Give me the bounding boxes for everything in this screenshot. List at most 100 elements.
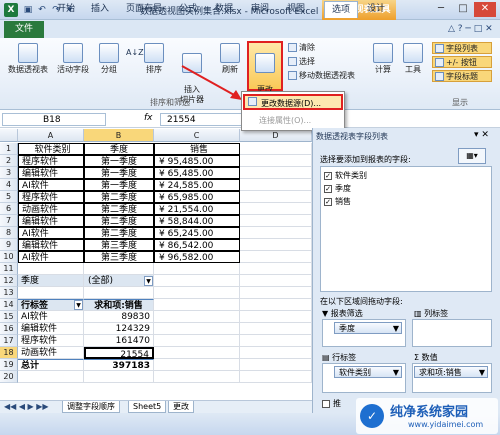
filter-field-pill[interactable]: 季度 ▼ <box>334 322 402 334</box>
cell-d[interactable] <box>240 263 312 275</box>
cell-b[interactable]: 第二季度 <box>84 203 154 215</box>
row-header[interactable]: 4 <box>0 179 18 191</box>
cell-c[interactable]: ¥ 86,542.00 <box>154 239 240 251</box>
cell-a[interactable]: 编辑软件 <box>18 323 84 335</box>
row-header[interactable]: 6 <box>0 203 18 215</box>
row-header[interactable]: 7 <box>0 215 18 227</box>
close-button[interactable]: ✕ <box>474 2 496 17</box>
cell-b[interactable]: 求和项:销售 <box>84 299 154 311</box>
cell-d[interactable] <box>240 215 312 227</box>
checkbox-icon[interactable] <box>322 399 330 408</box>
cell-d[interactable] <box>240 287 312 299</box>
cell-a[interactable]: 动画软件 <box>18 203 84 215</box>
row-header[interactable]: 5 <box>0 191 18 203</box>
cell-b[interactable]: 第三季度 <box>84 251 154 263</box>
sort-button[interactable]: 排序 <box>142 42 166 86</box>
cell-a[interactable]: AI软件 <box>18 311 84 323</box>
cell-d[interactable] <box>240 191 312 203</box>
cell-b[interactable] <box>84 263 154 275</box>
cell-d[interactable] <box>240 335 312 347</box>
row-header[interactable]: 17 <box>0 335 18 347</box>
row-header[interactable]: 10 <box>0 251 18 263</box>
cell-a[interactable]: 程序软件 <box>18 335 84 347</box>
cell-a[interactable]: 程序软件 <box>18 191 84 203</box>
cell-a[interactable]: 程序软件 <box>18 155 84 167</box>
cell-a[interactable] <box>18 263 84 275</box>
cell-c[interactable] <box>154 287 240 299</box>
cell-d[interactable] <box>240 239 312 251</box>
row-header[interactable]: 3 <box>0 167 18 179</box>
cell-d[interactable] <box>240 299 312 311</box>
cell-b[interactable] <box>84 287 154 299</box>
group-button[interactable]: 分组 <box>96 42 122 86</box>
cell-b[interactable]: 397183 <box>84 359 154 371</box>
cell-a[interactable]: 季度 <box>18 275 84 287</box>
cell-c[interactable] <box>154 323 240 335</box>
tab-view[interactable]: 视图 <box>282 1 310 18</box>
cell-a[interactable]: AI软件 <box>18 251 84 263</box>
cell-b[interactable]: 第一季度 <box>84 179 154 191</box>
sheet-tab-active[interactable]: 更改 <box>168 401 194 413</box>
cell-c[interactable] <box>154 359 240 371</box>
cell-d[interactable] <box>240 227 312 239</box>
name-box[interactable]: B18 <box>2 113 106 126</box>
cell-a[interactable]: 总计 <box>18 359 84 371</box>
column-header[interactable]: B <box>84 129 154 142</box>
field-checkbox-quarter[interactable]: ✓ 季度 <box>324 183 351 194</box>
value-field-pill[interactable]: 求和项:销售 ▼ <box>414 366 488 378</box>
cell-a[interactable]: AI软件 <box>18 179 84 191</box>
sort-az-button[interactable]: A↓Z <box>126 48 144 57</box>
filter-dropdown-icon[interactable]: ▼ <box>144 276 153 286</box>
cell-d[interactable] <box>240 359 312 371</box>
cell-c[interactable]: ¥ 65,985.00 <box>154 191 240 203</box>
row-header[interactable]: 20 <box>0 371 18 383</box>
clear-button[interactable]: 清除 <box>288 42 315 54</box>
row-header[interactable]: 15 <box>0 311 18 323</box>
defer-update-checkbox[interactable]: 推 <box>322 398 341 409</box>
row-header[interactable]: 9 <box>0 239 18 251</box>
cell-c[interactable] <box>154 347 240 359</box>
pivot-table-button[interactable]: 数据透视表 <box>4 42 52 86</box>
cell-b[interactable]: 第二季度 <box>84 227 154 239</box>
column-header[interactable]: A <box>18 129 84 142</box>
cell-c[interactable]: ¥ 65,485.00 <box>154 167 240 179</box>
cell-d[interactable] <box>240 371 312 383</box>
tab-design[interactable]: 设计 <box>362 1 390 18</box>
cell-d[interactable] <box>240 347 312 359</box>
row-labels-dropdown-icon[interactable]: ▼ <box>74 300 83 310</box>
tab-data[interactable]: 数据 <box>210 1 238 18</box>
tab-formulas[interactable]: 公式 <box>174 1 202 18</box>
tab-options[interactable]: 选项 <box>324 1 358 18</box>
save-icon[interactable]: ▣ <box>22 4 34 16</box>
field-headers-toggle[interactable]: 字段标题 <box>432 70 492 82</box>
change-data-source-label-wrap[interactable]: 更改 数据源 <box>247 42 283 104</box>
cell-c[interactable]: ¥ 95,485.00 <box>154 155 240 167</box>
cell-c[interactable]: ¥ 65,245.00 <box>154 227 240 239</box>
cell-b[interactable] <box>84 371 154 383</box>
select-button[interactable]: 选择 <box>288 56 315 68</box>
tab-insert[interactable]: 插入 <box>86 1 114 18</box>
cell-d[interactable] <box>240 179 312 191</box>
menu-item-connection-properties[interactable]: 连接属性(O)... <box>243 113 343 129</box>
row-header[interactable]: 18 <box>0 347 18 359</box>
select-all-corner[interactable] <box>0 129 18 142</box>
cell-b[interactable]: 季度 <box>84 143 154 155</box>
cell-b[interactable]: 124329 <box>84 323 154 335</box>
fx-icon[interactable]: fx <box>144 113 153 123</box>
cell-b[interactable]: 161470 <box>84 335 154 347</box>
cell-b[interactable]: 第二季度 <box>84 215 154 227</box>
tab-home[interactable]: 开始 <box>52 1 80 18</box>
row-field-pill[interactable]: 软件类别 ▼ <box>334 366 402 378</box>
tab-review[interactable]: 审阅 <box>246 1 274 18</box>
checkbox-icon[interactable]: ✓ <box>324 184 332 193</box>
cell-d[interactable] <box>240 203 312 215</box>
cell-c[interactable]: 销售 <box>154 143 240 155</box>
minimize-button[interactable]: ─ <box>430 2 452 17</box>
cell-d[interactable] <box>240 251 312 263</box>
row-header[interactable]: 14 <box>0 299 18 311</box>
row-header[interactable]: 16 <box>0 323 18 335</box>
cell-d[interactable] <box>240 155 312 167</box>
cell-b[interactable]: 21554 <box>84 347 154 359</box>
cell-c[interactable]: ¥ 21,554.00 <box>154 203 240 215</box>
plus-minus-toggle[interactable]: +/- 按钮 <box>432 56 492 68</box>
